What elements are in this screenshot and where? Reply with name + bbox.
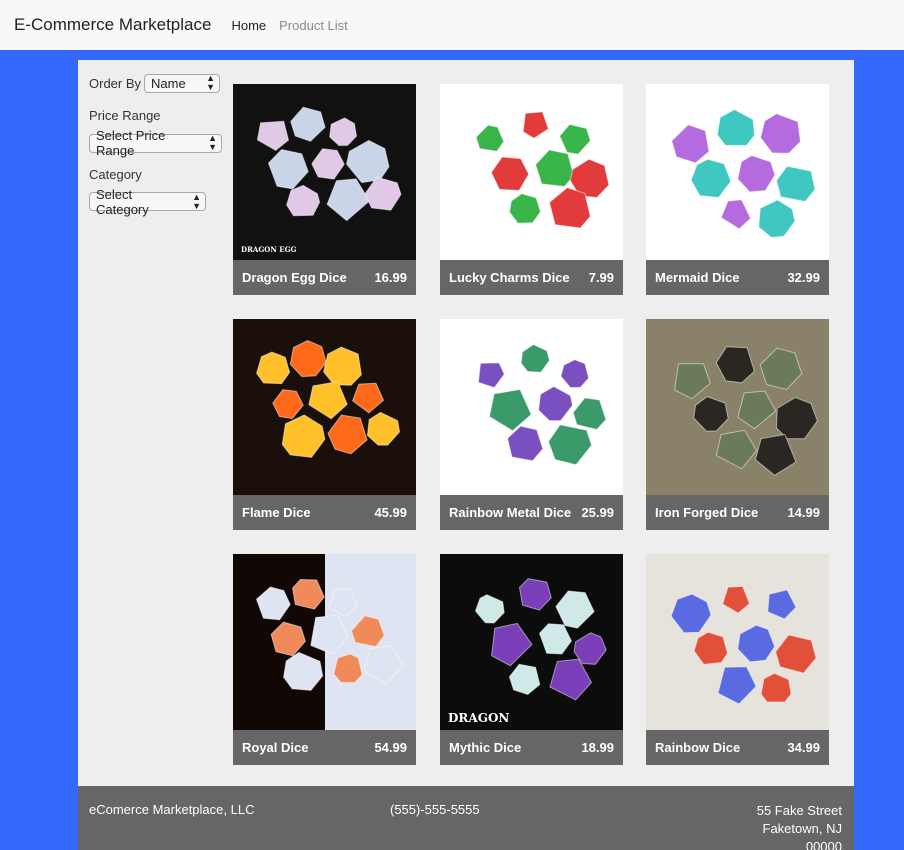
product-card[interactable]: Rainbow Dice 34.99 (646, 554, 829, 765)
product-caption: Lucky Charms Dice 7.99 (440, 260, 623, 295)
product-price: 32.99 (787, 270, 820, 285)
price-range-label: Price Range (89, 108, 161, 123)
select-arrows-icon: ▲ ▼ (192, 191, 201, 211)
footer-address-line: 55 Fake Street (756, 803, 842, 818)
product-card[interactable]: Rainbow Metal Dice 25.99 (440, 319, 623, 530)
product-card[interactable]: DRAGON Mythic Dice 18.99 (440, 554, 623, 765)
footer-address: 55 Fake Street Faketown, NJ 00000 (757, 802, 842, 850)
product-price: 45.99 (374, 505, 407, 520)
product-name: Lucky Charms Dice (449, 270, 570, 285)
product-image[interactable] (440, 84, 623, 260)
footer-phone: (555)-555-5555 (390, 802, 480, 817)
product-image[interactable] (233, 554, 416, 730)
product-price: 54.99 (374, 740, 407, 755)
image-logo-text: DRAGON EGG (241, 245, 297, 254)
product-image-art (440, 84, 623, 260)
category-select[interactable]: Select Category ▲ ▼ (89, 187, 206, 217)
select-arrows-icon: ▲ ▼ (206, 73, 216, 92)
product-image[interactable]: DRAGON (440, 554, 623, 730)
product-image-art (440, 319, 623, 495)
product-name: Flame Dice (242, 505, 311, 520)
product-name: Dragon Egg Dice (242, 270, 347, 285)
top-navbar: E-Commerce Marketplace Home Product List (0, 0, 904, 50)
price-range-select[interactable]: Select Price Range ▲ ▼ (89, 128, 222, 158)
product-card[interactable]: Mermaid Dice 32.99 (646, 84, 829, 295)
footer-address-line: 00000 (805, 839, 842, 850)
product-price: 25.99 (581, 505, 614, 520)
product-image[interactable] (646, 84, 829, 260)
order-by-select[interactable]: Name ▲ ▼ (144, 73, 221, 93)
product-image[interactable] (233, 319, 416, 495)
product-name: Mythic Dice (449, 740, 522, 755)
product-image-art (646, 319, 829, 495)
product-name: Rainbow Metal Dice (449, 505, 572, 520)
select-arrows-icon: ▲ ▼ (208, 133, 217, 152)
order-by-label: Order By (89, 75, 142, 91)
product-caption: Rainbow Metal Dice 25.99 (440, 495, 623, 530)
product-price: 18.99 (581, 740, 614, 755)
product-name: Royal Dice (242, 740, 309, 755)
brand-link[interactable]: E-Commerce Marketplace (14, 15, 211, 35)
product-image[interactable] (646, 554, 829, 730)
product-caption: Dragon Egg Dice 16.99 (233, 260, 416, 295)
product-card[interactable]: Royal Dice 54.99 (233, 554, 416, 765)
nav-link-product-list[interactable]: Product List (279, 18, 348, 33)
product-price: 14.99 (787, 505, 820, 520)
product-name: Rainbow Dice (655, 740, 741, 755)
product-caption: Rainbow Dice 34.99 (646, 730, 829, 765)
product-card[interactable]: Lucky Charms Dice 7.99 (440, 84, 623, 295)
footer-address-line: Faketown, NJ (762, 821, 842, 836)
product-name: Mermaid Dice (655, 270, 740, 285)
footer-company: eComerce Marketplace, LLC (89, 802, 255, 817)
product-caption: Flame Dice 45.99 (233, 495, 416, 530)
product-price: 7.99 (588, 270, 614, 285)
product-price: 16.99 (374, 270, 407, 285)
die-shape (323, 346, 362, 386)
order-by-value: Name (151, 75, 186, 91)
category-value: Select Category (96, 186, 149, 217)
nav-link-home[interactable]: Home (231, 18, 266, 33)
order-by-row: Order By Name ▲ ▼ (89, 72, 229, 94)
category-label: Category (89, 166, 142, 182)
product-image[interactable] (440, 319, 623, 495)
filter-sidebar: Order By Name ▲ ▼ Price Range Select Pric… (89, 72, 229, 217)
product-card[interactable]: Iron Forged Dice 14.99 (646, 319, 829, 530)
site-footer: eComerce Marketplace, LLC (555)-555-5555… (78, 786, 854, 850)
image-logo-text: DRAGON (448, 711, 509, 725)
die-shape (256, 351, 291, 385)
product-caption: Mermaid Dice 32.99 (646, 260, 829, 295)
product-image-art (646, 84, 829, 260)
product-name: Iron Forged Dice (655, 505, 759, 520)
product-card[interactable]: Flame Dice 45.99 (233, 319, 416, 530)
product-caption: Iron Forged Dice 14.99 (646, 495, 829, 530)
product-price: 34.99 (787, 740, 820, 755)
product-image[interactable] (646, 319, 829, 495)
product-image[interactable]: DRAGON EGG (233, 84, 416, 260)
price-range-value: Select Price Range (96, 128, 166, 158)
product-image-art (646, 554, 829, 730)
die-shape (333, 653, 363, 684)
product-image-art (233, 554, 416, 730)
product-caption: Royal Dice 54.99 (233, 730, 416, 765)
product-caption: Mythic Dice 18.99 (440, 730, 623, 765)
product-image-art (233, 319, 416, 495)
product-image-art: DRAGON EGG (233, 84, 416, 260)
product-image-art: DRAGON (440, 554, 623, 730)
product-card[interactable]: DRAGON EGG Dragon Egg Dice 16.99 (233, 84, 416, 295)
